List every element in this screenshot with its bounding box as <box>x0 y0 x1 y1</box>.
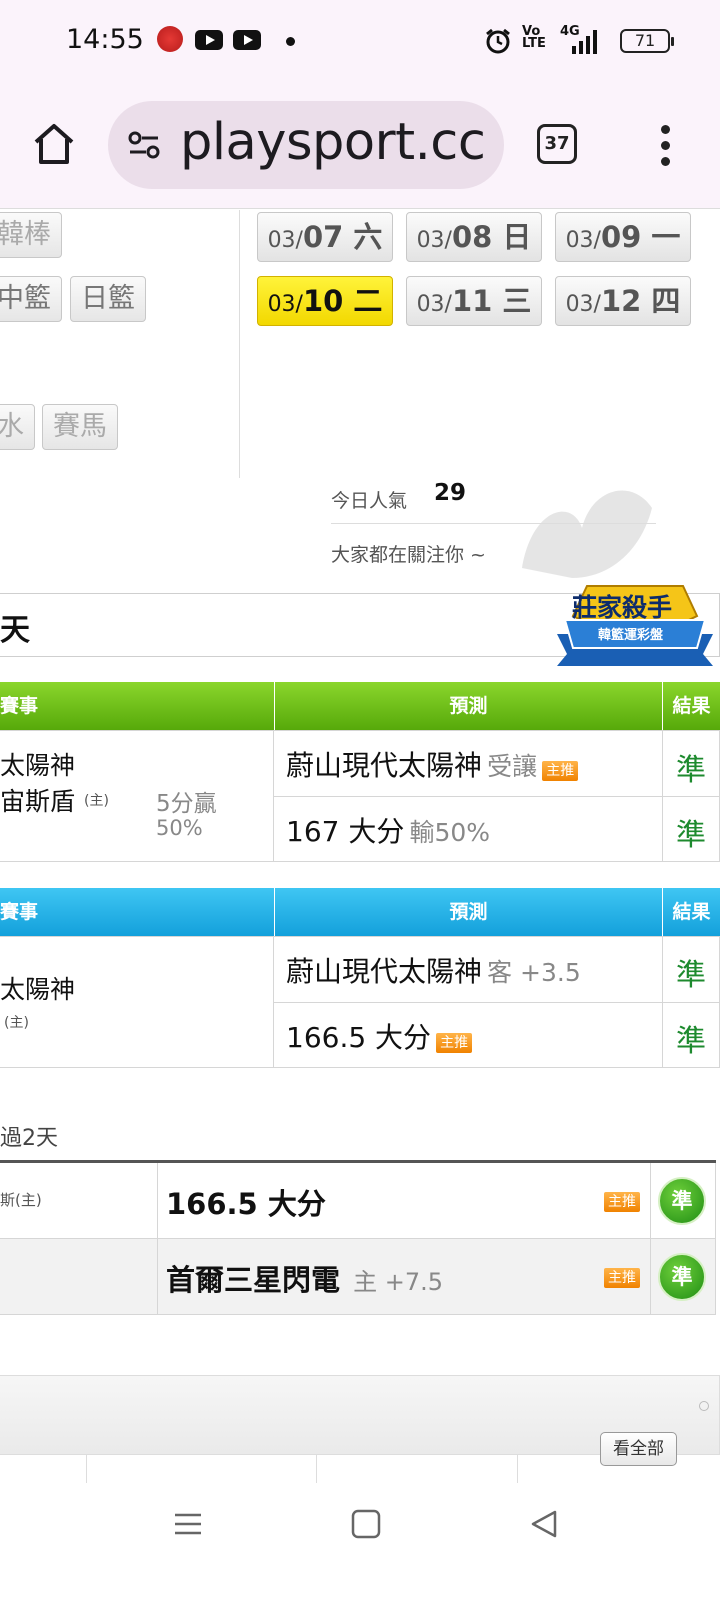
sport-button-chinese-basketball[interactable]: 中籃 <box>0 276 62 322</box>
battery-indicator: 71 <box>620 29 674 53</box>
recent-apps-icon[interactable] <box>172 1508 204 1540</box>
home-icon[interactable] <box>30 120 78 168</box>
badge-subtitle: 韓籃運彩盤 <box>598 628 664 643</box>
badge-title: 莊家殺手 <box>572 593 673 622</box>
site-settings-icon[interactable] <box>126 127 162 163</box>
more-notifications-icon <box>286 37 295 46</box>
divider <box>517 1455 518 1483</box>
youtube-icon <box>233 30 261 50</box>
app-notification-icon <box>157 26 183 52</box>
team-name: 太陽神 <box>0 975 76 1004</box>
history-row[interactable]: 斯(主) 166.5 大分 主推 準 <box>0 1163 716 1239</box>
panel-indicator-icon <box>699 1401 709 1411</box>
view-all-button[interactable]: 看全部 <box>600 1432 677 1466</box>
main-pick-tag: 主推 <box>436 1032 473 1053</box>
address-bar[interactable]: playsport.cc <box>108 101 504 189</box>
sport-button-horse-racing[interactable]: 賽馬 <box>42 404 118 450</box>
history-result-badge: 準 <box>658 1253 706 1301</box>
status-bar: 14:55 Vo LTE 4G 71 <box>0 0 720 84</box>
prediction-row[interactable]: 166.5 大分 主推 <box>286 1016 473 1056</box>
score-percent: 50% <box>156 816 203 840</box>
result-mark: 準 <box>676 818 706 853</box>
header-result: 結果 <box>662 682 720 730</box>
home-nav-icon[interactable] <box>350 1508 382 1540</box>
result-mark: 準 <box>676 958 706 993</box>
result-mark: 準 <box>676 753 706 788</box>
date-button-selected[interactable]: 03/10 二 <box>257 276 393 326</box>
header-prediction: 預測 <box>274 682 662 730</box>
history-pick: 首爾三星閃電 主 +7.5 <box>166 1263 444 1297</box>
home-tag: (主) <box>4 1015 29 1031</box>
history-row[interactable]: 首爾三星閃電 主 +7.5 主推 準 <box>0 1239 716 1315</box>
main-pick-tag: 主推 <box>604 1267 640 1288</box>
table-header-blue: 賽事 預測 結果 <box>0 888 720 936</box>
day-header-label: 天 <box>0 613 30 648</box>
header-result: 結果 <box>662 888 720 936</box>
watermark-logo <box>522 490 652 578</box>
popularity-count: 29 <box>434 480 467 506</box>
divider <box>316 1455 317 1483</box>
divider <box>86 1455 87 1483</box>
header-prediction: 預測 <box>274 888 662 936</box>
header-game: 賽事 <box>0 695 39 717</box>
history-game: 斯(主) <box>0 1191 42 1209</box>
prediction-row[interactable]: 蔚山現代太陽神 客 +3.5 <box>286 950 581 990</box>
history-title: 過2天 <box>0 1126 58 1151</box>
result-mark: 準 <box>676 1024 706 1059</box>
sport-button-korean-baseball[interactable]: 韓棒 <box>0 212 62 258</box>
youtube-icon <box>195 30 223 50</box>
divider <box>239 210 240 478</box>
popularity-subtitle: 大家都在關注你 ~ <box>331 544 486 566</box>
score-note: 5分贏 <box>156 791 217 817</box>
table-header-green: 賽事 預測 結果 <box>0 682 720 730</box>
prediction-row[interactable]: 蔚山現代太陽神 受讓 主推 <box>286 744 579 784</box>
date-button[interactable]: 03/11 三 <box>406 276 542 326</box>
team-name: 太陽神 <box>0 751 76 780</box>
more-options-icon[interactable] <box>650 122 680 172</box>
main-pick-tag: 主推 <box>604 1191 640 1212</box>
tab-switcher-button[interactable]: 37 <box>537 124 577 164</box>
sport-button-japanese-basketball[interactable]: 日籃 <box>70 276 146 322</box>
popularity-label: 今日人氣 <box>331 490 408 512</box>
history-pick: 166.5 大分 <box>166 1187 326 1221</box>
alarm-icon <box>486 28 510 54</box>
team-name: 宙斯盾 <box>0 787 76 816</box>
browser-toolbar: playsport.cc 37 <box>0 84 720 209</box>
home-tag: (主) <box>84 793 109 809</box>
page-content: 韓棒 中籃 日籃 水 賽馬 03/07 六 03/08 日 03/09 一 03… <box>0 210 720 1486</box>
url-text: playsport.cc <box>180 113 486 172</box>
date-button[interactable]: 03/09 一 <box>555 212 691 262</box>
header-game: 賽事 <box>0 901 39 923</box>
signal-icon <box>572 30 597 54</box>
history-result-badge: 準 <box>658 1177 706 1225</box>
volte-indicator: Vo LTE <box>522 24 546 51</box>
divider <box>331 523 656 524</box>
status-time: 14:55 <box>66 24 144 55</box>
date-button[interactable]: 03/12 四 <box>555 276 691 326</box>
main-pick-tag: 主推 <box>542 760 579 781</box>
back-icon[interactable] <box>528 1508 560 1540</box>
system-navigation-bar <box>0 1486 720 1604</box>
date-button[interactable]: 03/08 日 <box>406 212 542 262</box>
date-button[interactable]: 03/07 六 <box>257 212 393 262</box>
sport-button-water[interactable]: 水 <box>0 404 35 450</box>
prediction-row[interactable]: 167 大分 輸50% <box>286 810 490 850</box>
